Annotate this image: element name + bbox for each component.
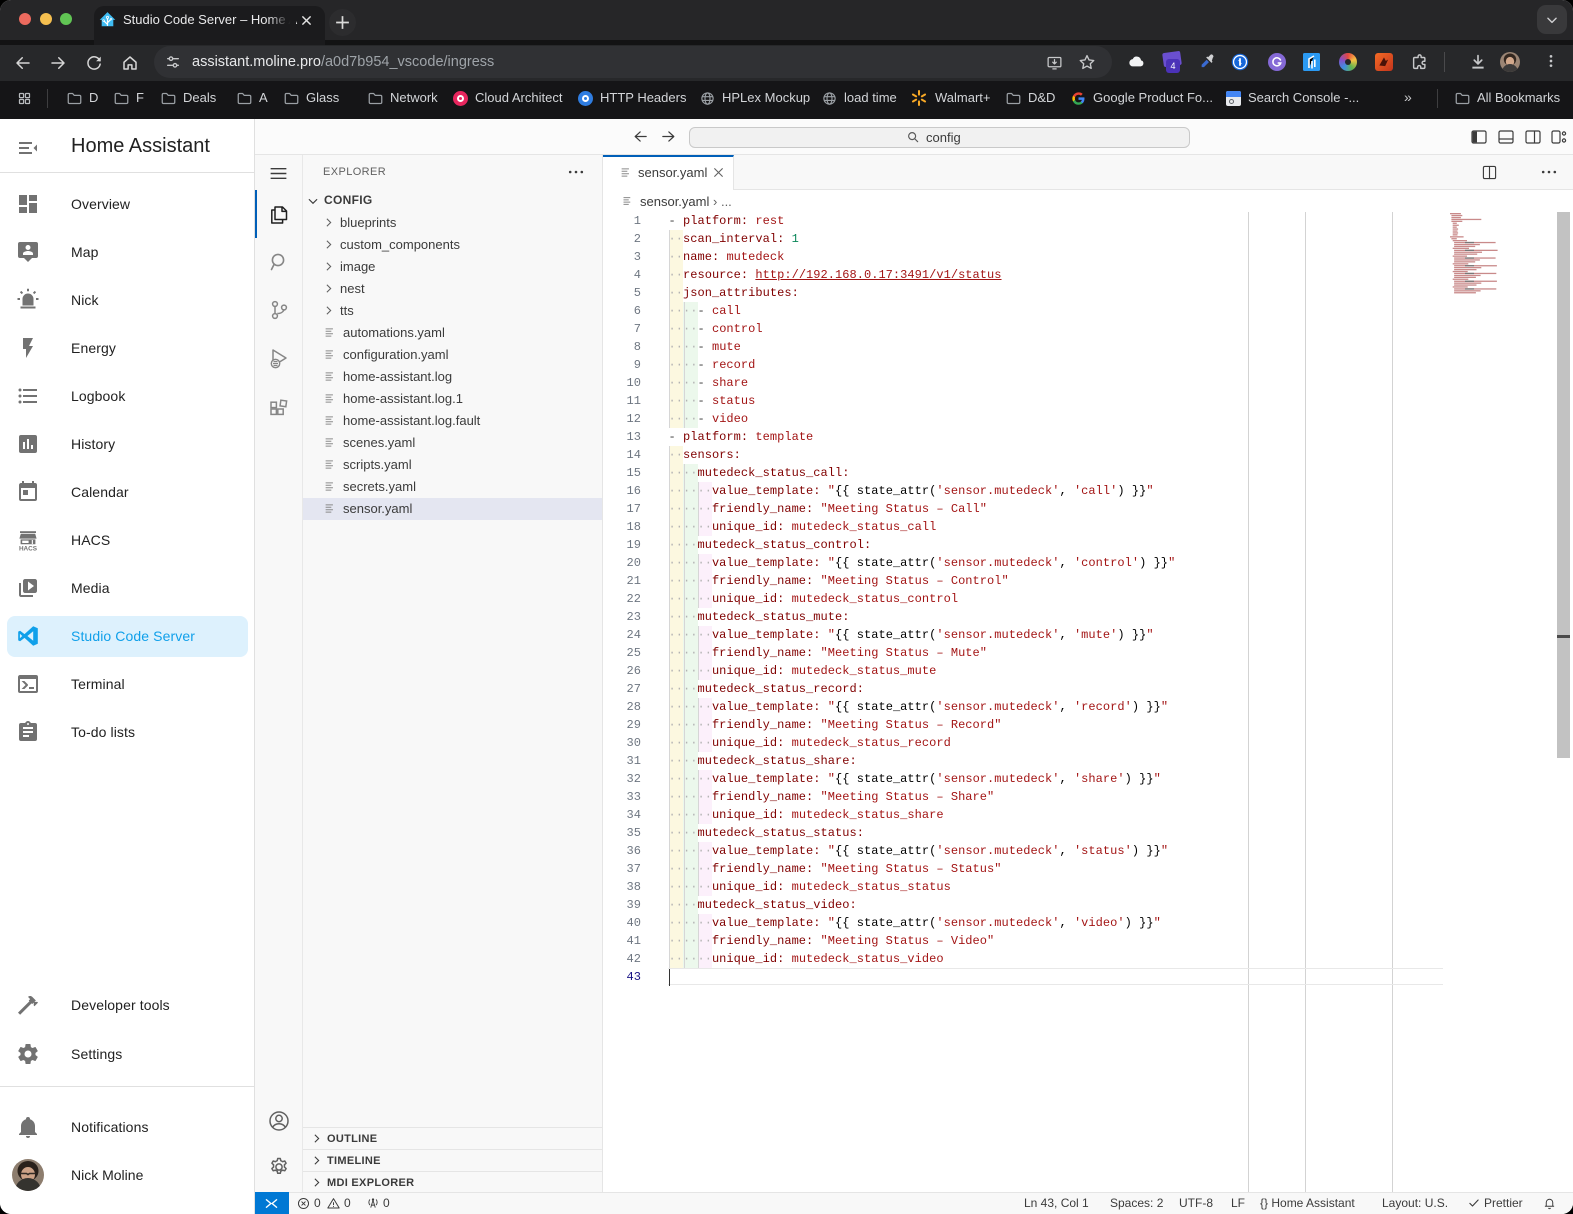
svg-text:HACS: HACS [19, 545, 38, 552]
